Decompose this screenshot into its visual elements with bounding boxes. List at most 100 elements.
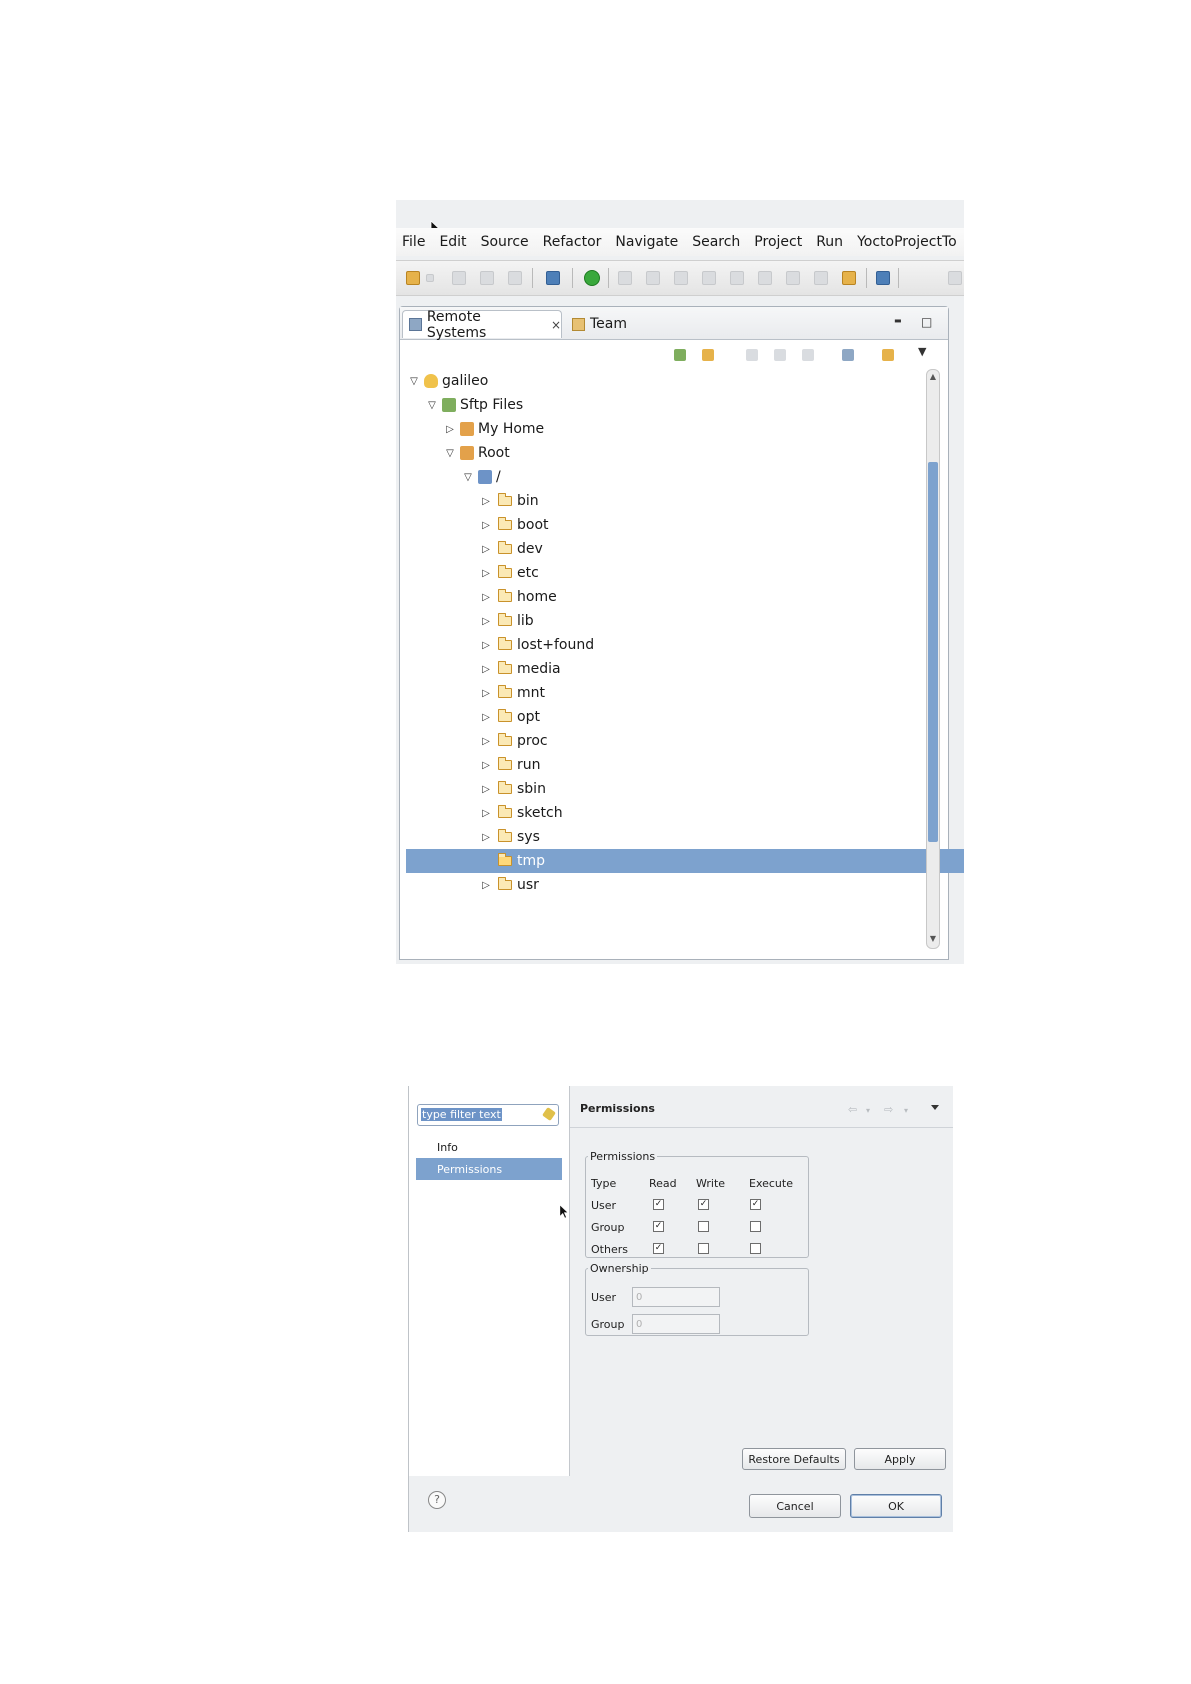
back-icon[interactable] — [746, 349, 758, 361]
scroll-down-icon[interactable]: ▼ — [928, 934, 938, 944]
collapsed-icon[interactable]: ▷ — [478, 808, 494, 819]
suspend-icon[interactable] — [646, 271, 660, 285]
others-write-checkbox[interactable] — [698, 1243, 709, 1254]
collapsed-icon[interactable]: ▷ — [478, 688, 494, 699]
drop-to-frame-icon[interactable] — [814, 271, 828, 285]
maximize-icon[interactable]: □ — [921, 315, 932, 329]
collapsed-icon[interactable]: ▷ — [478, 616, 494, 627]
up-icon[interactable] — [802, 349, 814, 361]
user-read-checkbox[interactable]: ✓ — [653, 1199, 664, 1210]
save-icon[interactable] — [452, 271, 466, 285]
scroll-up-icon[interactable]: ▲ — [928, 372, 938, 382]
run-icon[interactable] — [584, 270, 600, 286]
scrollbar-thumb[interactable] — [928, 462, 938, 842]
remote-display-icon[interactable] — [876, 271, 890, 285]
restore-defaults-button[interactable]: Restore Defaults — [742, 1448, 846, 1470]
folder-lib[interactable]: ▷ lib — [406, 609, 964, 633]
vertical-scrollbar[interactable]: ▲ ▼ — [926, 369, 940, 949]
filter-input[interactable]: type filter text — [417, 1104, 559, 1126]
expanded-icon[interactable]: ▽ — [424, 400, 440, 411]
folder-etc[interactable]: ▷ etc — [406, 561, 964, 585]
folder-opt[interactable]: ▷ opt — [406, 705, 964, 729]
collapsed-icon[interactable]: ▷ — [478, 664, 494, 675]
folder-bin[interactable]: ▷ bin — [406, 489, 964, 513]
others-execute-checkbox[interactable] — [750, 1243, 761, 1254]
collapse-all-icon[interactable] — [842, 349, 854, 361]
collapsed-icon[interactable]: ▷ — [478, 640, 494, 651]
folder-home[interactable]: ▷ home — [406, 585, 964, 609]
back-icon[interactable]: ⇦ — [848, 1103, 857, 1116]
new-wizard-icon[interactable] — [406, 271, 420, 285]
cancel-button[interactable]: Cancel — [749, 1494, 841, 1518]
tree-node-sftp-files[interactable]: ▽ Sftp Files — [406, 393, 938, 417]
folder-usr[interactable]: ▷ usr — [406, 873, 964, 897]
dropdown-arrow-icon[interactable] — [426, 274, 434, 282]
page-menu-icon[interactable] — [931, 1105, 939, 1110]
tree-node-slash[interactable]: ▽ / — [406, 465, 964, 489]
owner-user-field[interactable] — [632, 1287, 720, 1307]
folder-run[interactable]: ▷ run — [406, 753, 964, 777]
clear-filter-icon[interactable] — [542, 1107, 556, 1121]
collapsed-icon[interactable]: ▷ — [442, 424, 458, 435]
group-write-checkbox[interactable] — [698, 1221, 709, 1232]
use-step-filters-icon[interactable] — [842, 271, 856, 285]
menu-file[interactable]: File — [396, 234, 433, 250]
collapsed-icon[interactable]: ▷ — [478, 712, 494, 723]
close-icon[interactable]: × — [551, 318, 561, 332]
user-execute-checkbox[interactable]: ✓ — [750, 1199, 761, 1210]
menu-edit[interactable]: Edit — [433, 234, 474, 250]
folder-mnt[interactable]: ▷ mnt — [406, 681, 964, 705]
folder-sketch[interactable]: ▷ sketch — [406, 801, 964, 825]
forward-icon[interactable] — [774, 349, 786, 361]
collapsed-icon[interactable]: ▷ — [478, 592, 494, 603]
folder-sbin[interactable]: ▷ sbin — [406, 777, 964, 801]
folder-lost-found[interactable]: ▷ lost+found — [406, 633, 964, 657]
collapsed-icon[interactable]: ▷ — [478, 880, 494, 891]
collapsed-icon[interactable]: ▷ — [478, 520, 494, 531]
link-with-editor-icon[interactable] — [882, 349, 894, 361]
menu-source[interactable]: Source — [475, 234, 537, 250]
folder-tmp-selected[interactable]: tmp — [406, 849, 964, 873]
menu-project[interactable]: Project — [748, 234, 810, 250]
collapsed-icon[interactable]: ▷ — [478, 784, 494, 795]
menu-search[interactable]: Search — [686, 234, 748, 250]
refresh-icon[interactable] — [702, 349, 714, 361]
tab-team[interactable]: Team — [568, 310, 627, 338]
collapsed-icon[interactable]: ▷ — [478, 736, 494, 747]
collapsed-icon[interactable]: ▷ — [478, 568, 494, 579]
forward-icon[interactable]: ⇨ — [884, 1103, 893, 1116]
step-over-icon[interactable] — [758, 271, 772, 285]
user-write-checkbox[interactable]: ✓ — [698, 1199, 709, 1210]
tree-node-root[interactable]: ▽ Root — [406, 441, 956, 465]
collapsed-icon[interactable]: ▷ — [478, 544, 494, 555]
group-execute-checkbox[interactable] — [750, 1221, 761, 1232]
collapsed-icon[interactable]: ▷ — [478, 496, 494, 507]
menu-navigate[interactable]: Navigate — [609, 234, 686, 250]
tree-node-host[interactable]: ▽ galileo — [406, 369, 920, 393]
print-icon[interactable] — [508, 271, 522, 285]
ok-button[interactable]: OK — [850, 1494, 942, 1518]
folder-sys[interactable]: ▷ sys — [406, 825, 964, 849]
terminate-icon[interactable] — [674, 271, 688, 285]
define-connection-icon[interactable] — [674, 349, 686, 361]
step-return-icon[interactable] — [786, 271, 800, 285]
step-into-icon[interactable] — [730, 271, 744, 285]
binary-build-icon[interactable] — [546, 271, 560, 285]
save-all-icon[interactable] — [480, 271, 494, 285]
nav-item-info[interactable]: Info — [416, 1136, 562, 1158]
more-tools-icon[interactable] — [948, 271, 962, 285]
folder-dev[interactable]: ▷ dev — [406, 537, 964, 561]
expanded-icon[interactable]: ▽ — [442, 448, 458, 459]
group-read-checkbox[interactable]: ✓ — [653, 1221, 664, 1232]
forward-dropdown-icon[interactable]: ▾ — [904, 1106, 908, 1115]
folder-proc[interactable]: ▷ proc — [406, 729, 964, 753]
folder-boot[interactable]: ▷ boot — [406, 513, 964, 537]
folder-media[interactable]: ▷ media — [406, 657, 964, 681]
back-dropdown-icon[interactable]: ▾ — [866, 1106, 870, 1115]
collapsed-icon[interactable]: ▷ — [478, 760, 494, 771]
collapsed-icon[interactable]: ▷ — [478, 832, 494, 843]
tab-remote-systems[interactable]: Remote Systems × — [402, 309, 562, 341]
expanded-icon[interactable]: ▽ — [460, 472, 476, 483]
nav-item-permissions[interactable]: Permissions — [416, 1158, 562, 1180]
owner-group-field[interactable] — [632, 1314, 720, 1334]
